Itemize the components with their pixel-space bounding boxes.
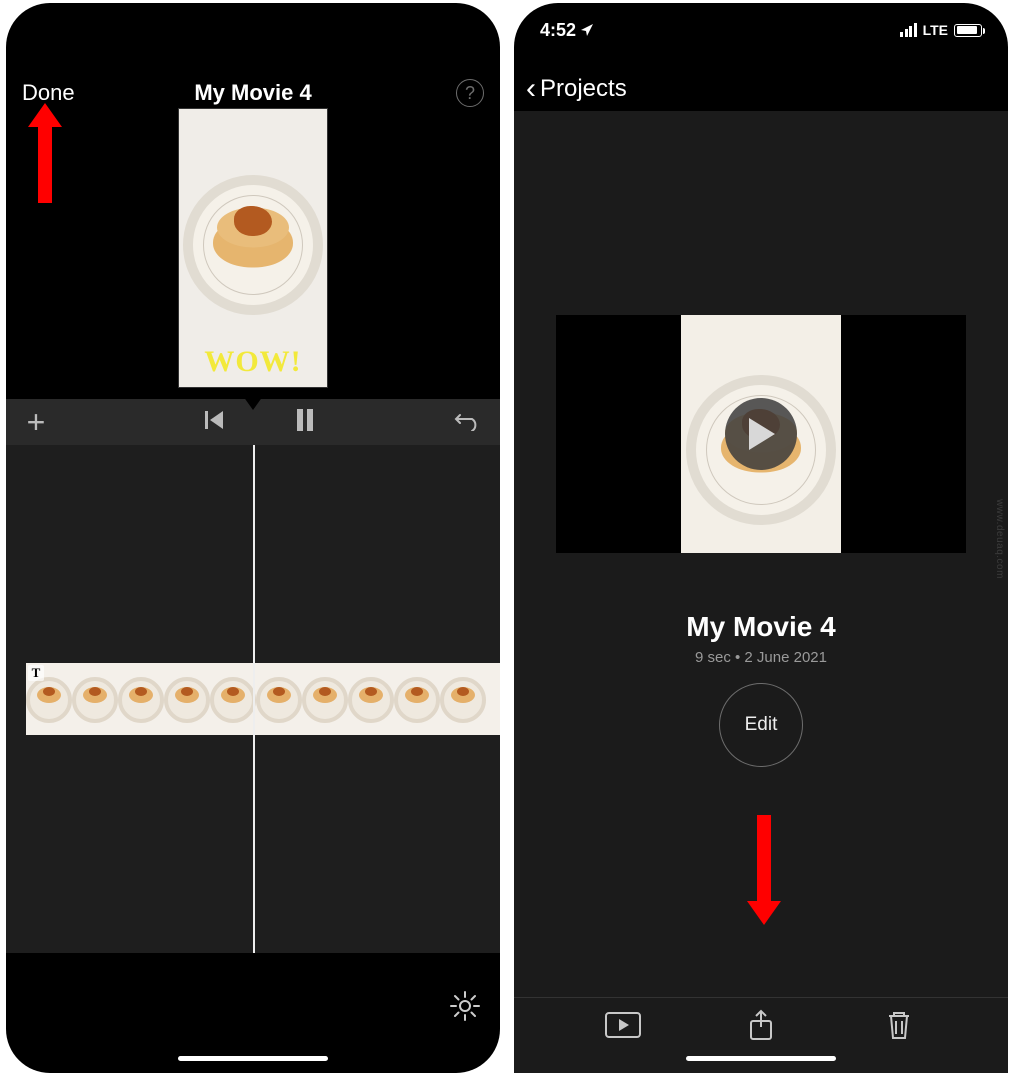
play-button[interactable] [725, 398, 797, 470]
skip-start-icon [205, 411, 225, 429]
network-label: LTE [923, 22, 948, 38]
clip-frame [302, 663, 348, 735]
notch [168, 3, 338, 29]
notch [676, 3, 846, 29]
pause-button[interactable] [295, 409, 315, 436]
title-overlay-badge: T [28, 665, 44, 681]
status-indicators: LTE [900, 22, 982, 38]
annotation-arrow-done [28, 103, 62, 208]
delete-button[interactable] [879, 1008, 919, 1042]
timeline-playhead[interactable] [253, 445, 255, 953]
preview-pancake-graphic [213, 218, 293, 268]
share-icon [748, 1009, 774, 1041]
location-icon [580, 23, 594, 37]
share-button[interactable] [741, 1008, 781, 1042]
clip-frame [440, 663, 486, 735]
project-settings-button[interactable] [448, 989, 482, 1023]
project-title: My Movie 4 [514, 611, 1008, 643]
back-label: Projects [540, 75, 627, 103]
clip-frame [256, 663, 302, 735]
help-button[interactable]: ? [456, 79, 484, 107]
edit-button[interactable]: Edit [719, 683, 803, 767]
project-thumbnail[interactable] [556, 315, 966, 553]
back-to-projects-button[interactable]: ‹ Projects [526, 69, 627, 109]
clip-frame [394, 663, 440, 735]
play-icon [747, 418, 775, 450]
edit-button-label: Edit [745, 714, 778, 736]
play-fullscreen-button[interactable] [603, 1008, 643, 1042]
editor-topbar: Done My Movie 4 ? [6, 73, 500, 113]
clip-frame [118, 663, 164, 735]
add-media-button[interactable]: + [6, 404, 66, 441]
play-rect-icon [605, 1012, 641, 1038]
preview-plate-graphic [183, 175, 323, 315]
video-preview[interactable]: WOW! [178, 108, 328, 388]
gear-icon [448, 989, 482, 1023]
timeline-clip[interactable]: T [26, 663, 500, 735]
phone-left-editor: Done My Movie 4 ? WOW! + T [6, 3, 500, 1073]
battery-icon [954, 24, 982, 37]
clip-frame [164, 663, 210, 735]
transport-controls [66, 409, 454, 436]
playhead-marker [243, 396, 263, 410]
status-time: 4:52 [540, 20, 594, 41]
phone-right-projects: 4:52 LTE ‹ Projects My Movie 4 9 sec • [514, 3, 1008, 1073]
home-indicator[interactable] [178, 1056, 328, 1061]
clip-frame [210, 663, 256, 735]
clip-frame [348, 663, 394, 735]
trash-icon [886, 1010, 912, 1040]
watermark: www.deuaq.com [994, 499, 1005, 579]
undo-icon [454, 409, 482, 431]
skip-start-button[interactable] [205, 411, 225, 434]
status-time-text: 4:52 [540, 20, 576, 41]
project-metadata: 9 sec • 2 June 2021 [514, 649, 1008, 666]
chevron-left-icon: ‹ [526, 74, 536, 104]
pause-icon [295, 409, 315, 431]
overlay-text: WOW! [204, 345, 301, 379]
signal-icon [900, 23, 917, 37]
timeline-area[interactable]: T [6, 445, 500, 953]
project-title-label: My Movie 4 [194, 80, 311, 106]
annotation-arrow-share [747, 815, 781, 930]
bottom-toolbar [514, 997, 1008, 1073]
undo-button[interactable] [454, 409, 482, 436]
home-indicator[interactable] [686, 1056, 836, 1061]
clip-frame [72, 663, 118, 735]
preview-syrup-graphic [234, 206, 272, 236]
